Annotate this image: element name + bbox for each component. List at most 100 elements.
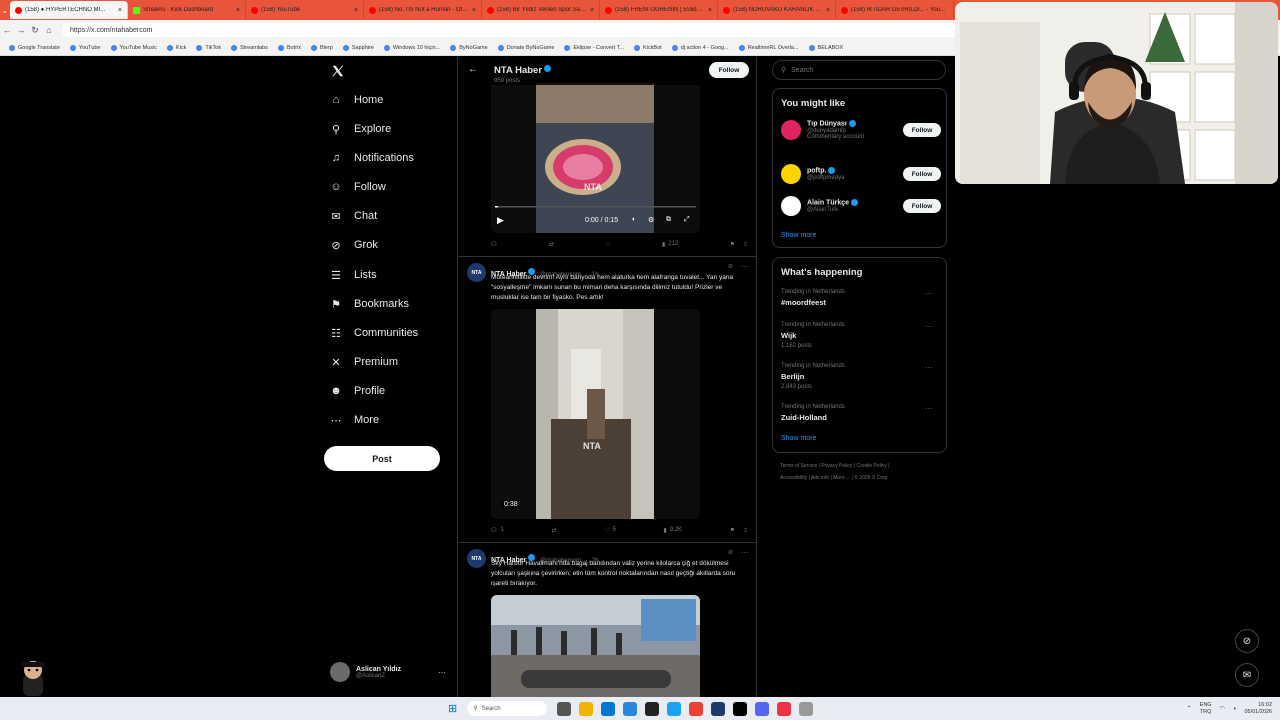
bookmark-item[interactable]: ByNoGame bbox=[445, 44, 492, 51]
bookmark-icon[interactable]: ⚑ bbox=[730, 527, 735, 534]
close-icon[interactable]: × bbox=[354, 7, 358, 14]
nav-item-communities[interactable]: ☷ Communities bbox=[330, 327, 418, 340]
share-icon[interactable]: ⇪ bbox=[743, 527, 748, 534]
reply-icon[interactable]: 💬︎ bbox=[490, 241, 498, 248]
browser-tab[interactable]: (158) NORUVAKU KARANLIK YÜZ... × bbox=[718, 1, 836, 19]
avatar[interactable]: NTA bbox=[467, 263, 486, 282]
bookmark-item[interactable]: Botrix bbox=[273, 44, 306, 51]
follow-profile-button[interactable]: Follow bbox=[709, 62, 749, 78]
like-icon[interactable]: ♡ bbox=[605, 241, 610, 248]
footer-link[interactable]: Terms of Service bbox=[780, 463, 817, 469]
views-button[interactable]: ▮ 212 bbox=[662, 241, 678, 248]
more-dots-icon[interactable]: ··· bbox=[438, 668, 446, 677]
pip-icon[interactable]: ⧉ bbox=[666, 216, 671, 224]
nav-item-more[interactable]: ⋯ More bbox=[330, 414, 380, 427]
taskbar-app-icon[interactable] bbox=[601, 701, 616, 716]
video-player[interactable]: NTA 0:38 bbox=[491, 309, 700, 519]
views-button[interactable]: ▮ 9.2K bbox=[663, 527, 682, 534]
volume-icon[interactable]: ◖ bbox=[1233, 706, 1237, 712]
taskbar-app-icon[interactable] bbox=[623, 701, 638, 716]
windows-start-icon[interactable]: ⊞ bbox=[448, 702, 457, 715]
trend-item[interactable]: Trending in Netherlands Wijk 1,162 posts ··… bbox=[781, 322, 941, 349]
more-dots-icon[interactable]: ··· bbox=[741, 262, 749, 271]
taskbar-app-icon[interactable] bbox=[689, 701, 704, 716]
nav-item-bookmarks[interactable]: ⚑ Bookmarks bbox=[330, 298, 409, 311]
like-button[interactable]: ♡ 5 bbox=[604, 527, 616, 534]
suggested-account[interactable]: poftp. @poftpmedya Follow bbox=[781, 164, 941, 184]
suggested-account[interactable]: Alain Türkçe @AlainTurk Follow bbox=[781, 196, 941, 216]
taskbar-app-icon[interactable] bbox=[645, 701, 660, 716]
bookmark-item[interactable]: Sapphire bbox=[338, 44, 379, 51]
browser-tab[interactable]: (158) YouTube × bbox=[246, 1, 364, 19]
settings-icon[interactable]: ⚙ bbox=[648, 216, 654, 224]
home-icon[interactable]: ⌂ bbox=[42, 25, 56, 35]
trend-item[interactable]: Trending in Netherlands #moordfeest ··· bbox=[781, 289, 941, 307]
trend-item[interactable]: Trending in Netherlands Zuid-Holland ··· bbox=[781, 404, 941, 422]
nav-item-follow[interactable]: ☺ Follow bbox=[330, 181, 385, 193]
more-dots-icon[interactable]: ··· bbox=[925, 363, 933, 372]
follow-button[interactable]: Follow bbox=[903, 199, 941, 213]
reply-button[interactable]: 💬︎ 1 bbox=[490, 527, 504, 534]
footer-link[interactable]: Cookie Policy bbox=[857, 463, 887, 469]
bookmark-item[interactable]: RealtimeRL Overla... bbox=[734, 44, 804, 51]
close-icon[interactable]: × bbox=[472, 7, 476, 14]
bookmark-item[interactable]: YouTube Music bbox=[106, 44, 163, 51]
bookmark-item[interactable]: Google Translate bbox=[4, 44, 65, 51]
back-icon[interactable]: ← bbox=[0, 25, 14, 35]
fullscreen-icon[interactable]: ⤢ bbox=[684, 216, 690, 224]
bookmark-item[interactable]: Windows 10 hiçin... bbox=[379, 44, 445, 51]
bookmark-item[interactable]: YouTube bbox=[65, 44, 106, 51]
nav-item-premium[interactable]: ✕ Premium bbox=[330, 356, 398, 369]
more-dots-icon[interactable]: ··· bbox=[925, 289, 933, 298]
footer-link[interactable]: Accessibility bbox=[780, 475, 807, 481]
show-more-link[interactable]: Show more bbox=[781, 232, 816, 239]
more-dots-icon[interactable]: ··· bbox=[925, 404, 933, 413]
more-dots-icon[interactable]: ··· bbox=[925, 322, 933, 331]
tab-menu-icon[interactable]: ⌄ bbox=[0, 6, 10, 15]
taskbar-app-icon[interactable] bbox=[579, 701, 594, 716]
video-player[interactable]: NTA ▶ 0:00 / 0:15 ◖ ⚙ ⧉ ⤢ bbox=[491, 75, 700, 233]
taskbar-app-icon[interactable] bbox=[733, 701, 748, 716]
nav-item-notifications[interactable]: ♫ Notifications bbox=[330, 152, 414, 164]
taskbar-app-icon[interactable] bbox=[799, 701, 814, 716]
back-arrow-icon[interactable]: ← bbox=[468, 64, 478, 75]
taskbar-app-icon[interactable] bbox=[667, 701, 682, 716]
browser-tab[interactable]: (158) Bir Yıldız Verilen Spor Salonı... × bbox=[482, 1, 600, 19]
trend-item[interactable]: Trending in Netherlands Berlijn 2,843 post… bbox=[781, 363, 941, 390]
share-icon[interactable]: ⇪ bbox=[743, 241, 748, 248]
bookmark-item[interactable]: TikTok bbox=[191, 44, 226, 51]
taskbar-app-icon[interactable] bbox=[711, 701, 726, 716]
taskbar-app-icon[interactable] bbox=[557, 701, 572, 716]
repost-icon[interactable]: ⇄ bbox=[552, 527, 557, 534]
bookmark-item[interactable]: Blerp bbox=[306, 44, 338, 51]
show-more-link[interactable]: Show more bbox=[781, 435, 816, 442]
grok-icon[interactable]: ⊘ bbox=[728, 549, 733, 556]
nav-item-home[interactable]: ⌂ Home bbox=[330, 94, 384, 106]
suggested-account[interactable]: Tıp Dünyası @dunyadantip Commentary accoun… bbox=[781, 120, 941, 140]
more-dots-icon[interactable]: ··· bbox=[741, 548, 749, 557]
bookmark-item[interactable]: Streamlabs bbox=[226, 44, 273, 51]
browser-tab[interactable]: (158) İKTİDAR DEVRİLDİ... - You... bbox=[836, 1, 954, 19]
footer-link[interactable]: More ... bbox=[833, 475, 850, 481]
taskbar-app-icon[interactable] bbox=[755, 701, 770, 716]
close-icon[interactable]: × bbox=[118, 7, 122, 14]
wifi-icon[interactable]: ◠ bbox=[1220, 705, 1225, 712]
nav-item-lists[interactable]: ☰ Lists bbox=[330, 269, 377, 282]
follow-button[interactable]: Follow bbox=[903, 123, 941, 137]
tweet-image[interactable] bbox=[491, 595, 700, 697]
url-field[interactable]: https://x.com/ntahabercom bbox=[62, 23, 1002, 37]
close-icon[interactable]: × bbox=[590, 7, 594, 14]
avatar[interactable]: NTA bbox=[467, 549, 486, 568]
footer-link[interactable]: Privacy Policy bbox=[821, 463, 852, 469]
forward-icon[interactable]: → bbox=[14, 25, 28, 35]
clock[interactable]: 16:02 05/01/2026 bbox=[1244, 702, 1272, 716]
bookmark-item[interactable]: dj action 4 - Goog... bbox=[667, 44, 734, 51]
footer-link[interactable]: Ads info bbox=[811, 475, 829, 481]
close-icon[interactable]: × bbox=[236, 7, 240, 14]
reload-icon[interactable]: ↻ bbox=[28, 25, 42, 36]
bookmark-item[interactable]: Donate ByNoGame bbox=[493, 44, 560, 51]
repost-icon[interactable]: ⇄ bbox=[549, 241, 554, 248]
close-icon[interactable]: × bbox=[826, 7, 830, 14]
messages-icon[interactable]: ✉ bbox=[1235, 663, 1259, 687]
post-button[interactable]: Post bbox=[324, 446, 440, 471]
